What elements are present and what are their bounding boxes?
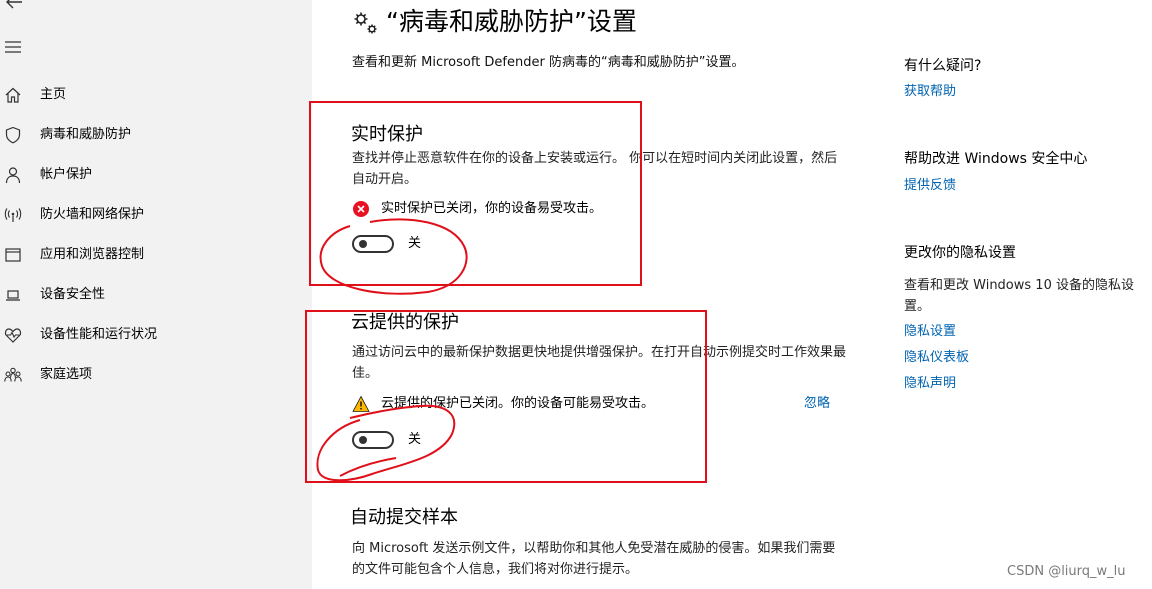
sidebar: 主页 病毒和威胁防护 帐户保护 防火墙和网络保护 应用和浏览器控制 设备安全性 …	[0, 0, 312, 589]
annotation-circle-realtime	[319, 218, 468, 295]
sidebar-item-device-performance[interactable]: 设备性能和运行状况	[0, 315, 312, 355]
family-icon	[4, 367, 22, 382]
app-window-icon	[5, 248, 21, 262]
toggle-knob	[359, 436, 367, 444]
error-icon	[353, 201, 369, 217]
shield-icon	[5, 126, 21, 144]
realtime-toggle-label: 关	[408, 236, 422, 251]
home-icon	[5, 87, 21, 103]
sample-submission-title: 自动提交样本	[350, 507, 458, 528]
sidebar-item-home[interactable]: 主页	[0, 75, 312, 115]
sidebar-item-virus-protection[interactable]: 病毒和威胁防护	[0, 115, 312, 155]
page-subtitle: 查看和更新 Microsoft Defender 防病毒的“病毒和威胁防护”设置…	[352, 55, 745, 70]
ignore-link[interactable]: 忽略	[804, 395, 830, 413]
page-title: “病毒和威胁防护”设置	[386, 7, 637, 36]
cloud-status-text: 云提供的保护已关闭。你的设备可能易受攻击。	[381, 396, 655, 411]
sidebar-item-label: 帐户保护	[40, 167, 93, 182]
heart-pulse-icon	[4, 328, 22, 343]
warning-icon	[352, 395, 370, 412]
realtime-protection-toggle[interactable]	[352, 235, 394, 253]
privacy-settings-link[interactable]: 隐私设置	[904, 323, 956, 341]
sidebar-item-label: 病毒和威胁防护	[40, 127, 132, 142]
cloud-protection-description: 通过访问云中的最新保护数据更快地提供增强保护。在打开自动示例提交时工作效果最佳。	[352, 345, 847, 381]
sidebar-item-app-browser-control[interactable]: 应用和浏览器控制	[0, 235, 312, 275]
get-help-link[interactable]: 获取帮助	[904, 83, 956, 101]
sidebar-item-firewall[interactable]: 防火墙和网络保护	[0, 195, 312, 235]
back-arrow-icon	[6, 0, 22, 9]
back-button[interactable]	[2, 0, 26, 14]
person-icon	[5, 167, 21, 184]
toggle-knob	[359, 240, 367, 248]
privacy-heading: 更改你的隐私设置	[904, 245, 1016, 261]
feedback-link[interactable]: 提供反馈	[904, 177, 956, 195]
realtime-protection-title: 实时保护	[351, 124, 423, 145]
laptop-icon	[6, 290, 20, 301]
sidebar-item-account-protection[interactable]: 帐户保护	[0, 155, 312, 195]
cloud-toggle-label: 关	[408, 432, 422, 447]
improve-heading: 帮助改进 Windows 安全中心	[904, 151, 1088, 167]
sidebar-item-label: 家庭选项	[40, 367, 93, 382]
windows-security-window: 主页 病毒和威胁防护 帐户保护 防火墙和网络保护 应用和浏览器控制 设备安全性 …	[0, 0, 1152, 589]
sidebar-item-device-security[interactable]: 设备安全性	[0, 275, 312, 315]
sidebar-item-label: 主页	[40, 87, 67, 102]
wifi-antenna-icon	[4, 208, 22, 222]
sidebar-item-label: 设备性能和运行状况	[40, 327, 158, 342]
cloud-protection-title: 云提供的保护	[351, 312, 459, 333]
realtime-status-text: 实时保护已关闭，你的设备易受攻击。	[381, 201, 603, 216]
watermark-text: CSDN @liurq_w_lu	[1007, 564, 1126, 579]
sidebar-item-family-options[interactable]: 家庭选项	[0, 355, 312, 395]
hamburger-menu-button[interactable]	[4, 38, 24, 56]
annotation-stroke	[339, 457, 397, 477]
privacy-description: 查看和更改 Windows 10 设备的隐私设置。	[904, 278, 1134, 314]
privacy-dashboard-link[interactable]: 隐私仪表板	[904, 349, 969, 367]
realtime-protection-description: 查找并停止恶意软件在你的设备上安装或运行。 你可以在短时间内关闭此设置，然后自动…	[352, 151, 838, 187]
question-heading: 有什么疑问?	[904, 58, 982, 74]
hamburger-icon	[5, 41, 21, 53]
cloud-protection-toggle[interactable]	[352, 431, 394, 449]
privacy-statement-link[interactable]: 隐私声明	[904, 375, 956, 393]
sidebar-item-label: 防火墙和网络保护	[40, 207, 145, 222]
sidebar-item-label: 应用和浏览器控制	[40, 247, 145, 262]
sample-submission-description: 向 Microsoft 发送示例文件，以帮助你和其他人免受潜在威胁的侵害。如果我…	[352, 541, 836, 577]
settings-gears-icon	[354, 12, 377, 34]
sidebar-item-label: 设备安全性	[40, 287, 106, 302]
